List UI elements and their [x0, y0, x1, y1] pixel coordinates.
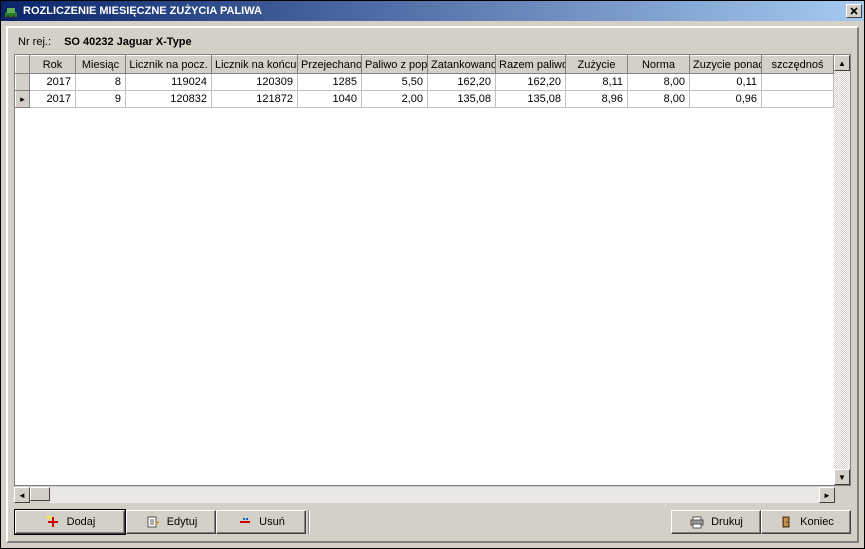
row-indicator	[16, 74, 30, 91]
col-oszczednosc[interactable]: szczędnoś	[762, 56, 834, 74]
col-licznik-konc[interactable]: Licznik na końcu	[212, 56, 298, 74]
client-area: Nr rej.: SO 40232 Jaguar X-Type	[6, 26, 859, 543]
scroll-right-button[interactable]: ►	[819, 487, 835, 503]
scroll-corner	[835, 487, 851, 503]
cell-zuzycie[interactable]: 8,11	[566, 74, 628, 91]
registration-row: Nr rej.: SO 40232 Jaguar X-Type	[14, 34, 851, 54]
col-licznik-pocz[interactable]: Licznik na pocz.	[126, 56, 212, 74]
cell-razem-paliwo[interactable]: 135,08	[496, 91, 566, 108]
col-razem-paliwo[interactable]: Razem paliwo	[496, 56, 566, 74]
cell-przejechano[interactable]: 1285	[298, 74, 362, 91]
cell-przejechano[interactable]: 1040	[298, 91, 362, 108]
window-title: ROZLICZENIE MIESIĘCZNE ZUŻYCIA PALIWA	[23, 5, 846, 17]
close-button[interactable]	[846, 4, 862, 18]
vertical-scrollbar[interactable]: ▲ ▼	[834, 55, 850, 485]
edit-button[interactable]: Edytuj	[126, 510, 216, 534]
edit-button-label: Edytuj	[167, 516, 198, 528]
app-icon	[3, 3, 19, 19]
cell-zuzycie-ponad[interactable]: 0,96	[690, 91, 762, 108]
cell-zuzycie-ponad[interactable]: 0,11	[690, 74, 762, 91]
cell-licznik-konc[interactable]: 120309	[212, 74, 298, 91]
cell-zatankowano[interactable]: 135,08	[428, 91, 496, 108]
cell-rok[interactable]: 2017	[30, 91, 76, 108]
close-app-button-label: Koniec	[800, 516, 834, 528]
cell-paliwo-pop[interactable]: 5,50	[362, 74, 428, 91]
print-button[interactable]: Drukuj	[671, 510, 761, 534]
col-przejechano[interactable]: Przejechano	[298, 56, 362, 74]
col-rok[interactable]: Rok	[30, 56, 76, 74]
delete-button[interactable]: Usuń	[216, 510, 306, 534]
col-zuzycie[interactable]: Zużycie	[566, 56, 628, 74]
col-zatankowano[interactable]: Zatankowano	[428, 56, 496, 74]
scroll-track[interactable]	[834, 71, 850, 469]
col-miesiac[interactable]: Miesiąc	[76, 56, 126, 74]
table-row[interactable]: ▸ 2017 9 120832 121872 1040 2,00 135,08 …	[16, 91, 834, 108]
row-indicator: ▸	[16, 91, 30, 108]
col-paliwo-pop[interactable]: Paliwo z pop.	[362, 56, 428, 74]
cell-oszczednosc[interactable]	[762, 74, 834, 91]
cell-norma[interactable]: 8,00	[628, 91, 690, 108]
cell-licznik-pocz[interactable]: 119024	[126, 74, 212, 91]
table-row[interactable]: 2017 8 119024 120309 1285 5,50 162,20 16…	[16, 74, 834, 91]
minus-icon	[237, 514, 253, 530]
cell-razem-paliwo[interactable]: 162,20	[496, 74, 566, 91]
delete-button-label: Usuń	[259, 516, 285, 528]
nr-rej-value: SO 40232 Jaguar X-Type	[64, 36, 192, 48]
cell-rok[interactable]: 2017	[30, 74, 76, 91]
scroll-up-button[interactable]: ▲	[834, 55, 850, 71]
cell-oszczednosc[interactable]	[762, 91, 834, 108]
cell-licznik-pocz[interactable]: 120832	[126, 91, 212, 108]
button-row: Dodaj Edytuj Usuń Druk	[14, 503, 851, 535]
edit-icon	[145, 514, 161, 530]
scroll-thumb[interactable]	[30, 487, 50, 501]
cell-zuzycie[interactable]: 8,96	[566, 91, 628, 108]
cell-miesiac[interactable]: 8	[76, 74, 126, 91]
add-button-label: Dodaj	[67, 516, 96, 528]
scroll-down-button[interactable]: ▼	[834, 469, 850, 485]
separator	[308, 510, 310, 534]
col-norma[interactable]: Norma	[628, 56, 690, 74]
scroll-track[interactable]	[50, 487, 819, 503]
titlebar: ROZLICZENIE MIESIĘCZNE ZUŻYCIA PALIWA	[1, 1, 864, 21]
printer-icon	[689, 514, 705, 530]
scroll-left-button[interactable]: ◄	[14, 487, 30, 503]
col-zuzycie-ponad[interactable]: Zuzycie ponad	[690, 56, 762, 74]
cell-zatankowano[interactable]: 162,20	[428, 74, 496, 91]
nr-rej-label: Nr rej.:	[18, 36, 51, 48]
cell-norma[interactable]: 8,00	[628, 74, 690, 91]
header-row: Rok Miesiąc Licznik na pocz. Licznik na …	[16, 56, 834, 74]
col-indicator[interactable]	[16, 56, 30, 74]
exit-icon	[778, 514, 794, 530]
add-button[interactable]: Dodaj	[15, 510, 125, 534]
close-app-button[interactable]: Koniec	[761, 510, 851, 534]
data-grid[interactable]: Rok Miesiąc Licznik na pocz. Licznik na …	[14, 54, 851, 486]
cell-licznik-konc[interactable]: 121872	[212, 91, 298, 108]
window: ROZLICZENIE MIESIĘCZNE ZUŻYCIA PALIWA Nr…	[0, 0, 865, 549]
cell-paliwo-pop[interactable]: 2,00	[362, 91, 428, 108]
cell-miesiac[interactable]: 9	[76, 91, 126, 108]
plus-icon	[45, 514, 61, 530]
horizontal-scrollbar[interactable]: ◄ ►	[14, 487, 851, 503]
print-button-label: Drukuj	[711, 516, 743, 528]
